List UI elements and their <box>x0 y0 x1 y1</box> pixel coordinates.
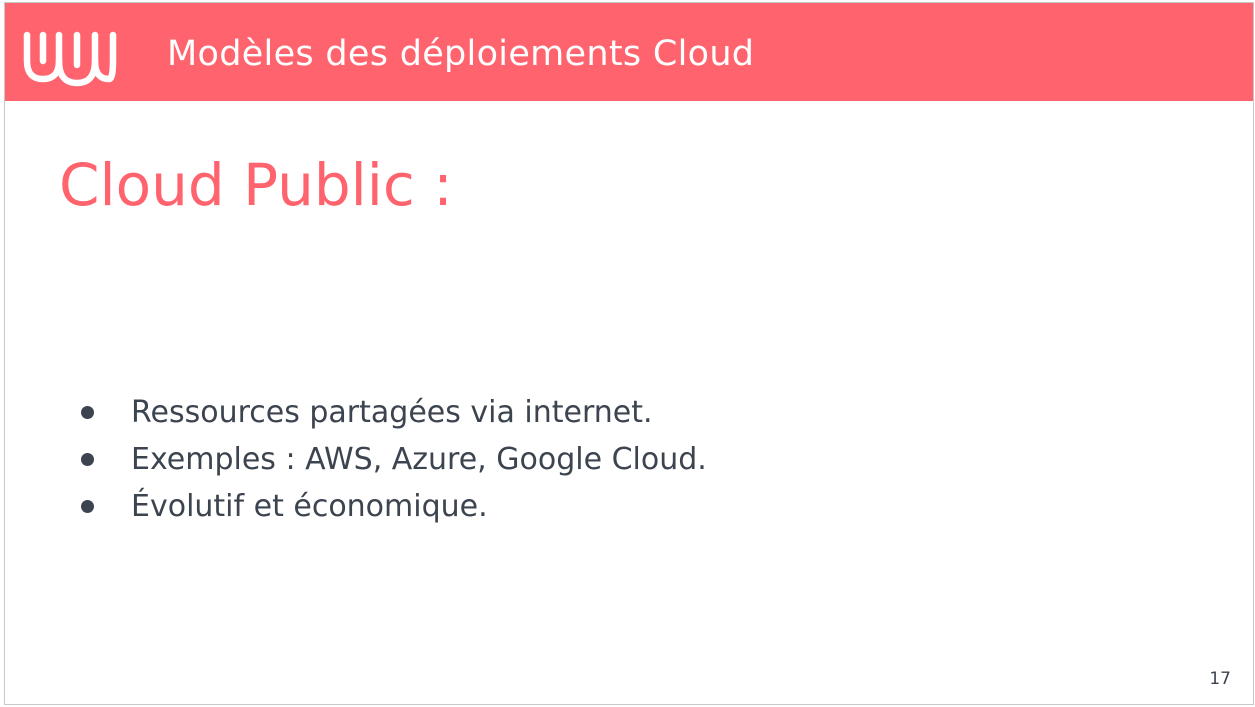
bullet-text: Évolutif et économique. <box>131 488 488 524</box>
bullet-text: Exemples : AWS, Azure, Google Cloud. <box>131 441 707 477</box>
bullet-text: Ressources partagées via internet. <box>131 394 653 430</box>
wave-logo-icon <box>23 31 117 87</box>
bullet-list: Ressources partagées via internet. Exemp… <box>81 389 707 530</box>
page-number: 17 <box>1209 669 1231 689</box>
slide-title: Cloud Public : <box>59 151 453 219</box>
list-item: Ressources partagées via internet. <box>81 389 707 436</box>
bullet-icon <box>81 406 94 419</box>
list-item: Évolutif et économique. <box>81 483 707 530</box>
slide: Modèles des déploiements Cloud Cloud Pub… <box>4 2 1254 705</box>
header-title: Modèles des déploiements Cloud <box>167 34 755 74</box>
bullet-icon <box>81 500 94 513</box>
list-item: Exemples : AWS, Azure, Google Cloud. <box>81 436 707 483</box>
bullet-icon <box>81 453 94 466</box>
slide-header: Modèles des déploiements Cloud <box>5 3 1253 101</box>
